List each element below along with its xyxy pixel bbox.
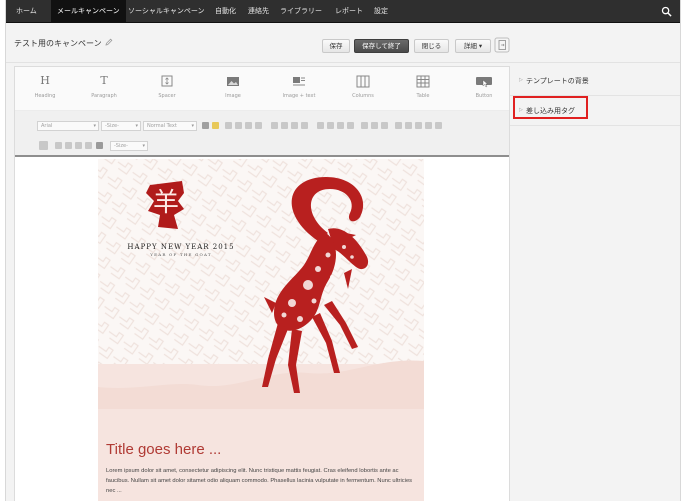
highlight-color-icon[interactable] xyxy=(212,122,219,129)
columns-icon xyxy=(356,75,370,88)
bullet-list-icon[interactable] xyxy=(317,122,324,129)
highlight-box xyxy=(513,96,588,119)
greeting-text: HAPPY NEW YEAR 2015 xyxy=(127,243,235,251)
heading-block[interactable]: H Heading xyxy=(17,73,73,107)
details-dropdown[interactable]: 詳細 ▾ xyxy=(455,39,491,53)
top-navigation: ホーム メールキャンペーン ソーシャルキャンペーン 自動化 連絡先 ライブラリー… xyxy=(6,0,680,23)
border-left-icon[interactable] xyxy=(75,142,82,149)
indent-icon[interactable] xyxy=(347,122,354,129)
font-family-value: Arial xyxy=(41,123,53,129)
kanji-text: 羊 xyxy=(152,188,179,218)
link-icon[interactable] xyxy=(361,122,368,129)
paint-bucket-icon[interactable] xyxy=(39,141,48,150)
heading-block-label: Heading xyxy=(34,93,56,99)
close-button[interactable]: 閉じる xyxy=(414,39,449,53)
goat-illustration xyxy=(262,177,369,393)
align-justify-icon[interactable] xyxy=(301,122,308,129)
nav-item-contacts[interactable]: 連絡先 xyxy=(242,0,275,23)
spacer-block[interactable]: Spacer xyxy=(139,73,195,107)
font-size-value: -Size- xyxy=(105,123,119,129)
source-code-icon[interactable] xyxy=(425,122,432,129)
settings-panel: ▷ テンプレートの背景 ▷ 差し込み用タグ xyxy=(510,66,680,501)
table-block[interactable]: Table xyxy=(395,73,451,107)
columns-block-label: Columns xyxy=(352,93,374,99)
font-size-select[interactable]: -Size- ▾ xyxy=(101,121,141,131)
bold-icon[interactable] xyxy=(225,122,232,129)
font-family-select[interactable]: Arial ▾ xyxy=(37,121,99,131)
align-right-icon[interactable] xyxy=(291,122,298,129)
numbered-list-icon[interactable] xyxy=(327,122,334,129)
fullscreen-icon[interactable] xyxy=(435,122,442,129)
nav-item-library[interactable]: ライブラリー xyxy=(274,0,328,23)
strikethrough-icon[interactable] xyxy=(255,122,262,129)
align-center-icon[interactable] xyxy=(281,122,288,129)
save-button[interactable]: 保存 xyxy=(322,39,350,53)
template-background-label: テンプレートの背景 xyxy=(526,77,589,85)
border-right-icon[interactable] xyxy=(85,142,92,149)
image-block[interactable]: Image xyxy=(205,73,261,107)
paragraph-style-select[interactable]: Normal Text ▾ xyxy=(143,121,197,131)
table-block-label: Table xyxy=(416,93,430,99)
table-icon xyxy=(416,75,430,88)
save-and-close-button[interactable]: 保存して終了 xyxy=(354,39,409,53)
unlink-icon[interactable] xyxy=(371,122,378,129)
collapsed-arrow-icon: ▷ xyxy=(519,77,523,83)
preview-icon[interactable] xyxy=(494,37,510,53)
app-window: ホーム メールキャンペーン ソーシャルキャンペーン 自動化 連絡先 ライブラリー… xyxy=(5,0,681,501)
nav-item-reports[interactable]: レポート xyxy=(329,0,369,23)
email-preview[interactable]: 羊 HAPPY NEW YEAR 2015 YEAR OF THE GOAT T… xyxy=(98,159,424,501)
search-icon[interactable] xyxy=(661,6,672,17)
spacer-icon xyxy=(161,75,173,87)
campaign-title: テスト用のキャンペーン xyxy=(14,39,102,48)
outdent-icon[interactable] xyxy=(337,122,344,129)
text-color-icon[interactable] xyxy=(202,122,209,129)
nav-item-automation[interactable]: 自動化 xyxy=(209,0,242,23)
horizontal-rule-icon[interactable] xyxy=(405,122,412,129)
border-top-icon[interactable] xyxy=(55,142,62,149)
align-left-icon[interactable] xyxy=(271,122,278,129)
border-bottom-icon[interactable] xyxy=(65,142,72,149)
insert-image-icon[interactable] xyxy=(395,122,402,129)
image-text-icon xyxy=(293,77,305,86)
image-text-block-label: Image + text xyxy=(282,93,316,99)
border-all-icon[interactable] xyxy=(96,142,103,149)
hero-image[interactable]: 羊 HAPPY NEW YEAR 2015 YEAR OF THE GOAT xyxy=(98,159,424,501)
nav-item-social-campaign[interactable]: ソーシャルキャンペーン xyxy=(122,0,211,23)
nav-item-home[interactable]: ホーム xyxy=(10,0,43,23)
campaign-header: テスト用のキャンペーン 保存 保存して終了 閉じる 詳細 ▾ xyxy=(6,23,680,63)
template-background-section[interactable]: ▷ テンプレートの背景 xyxy=(510,66,680,96)
button-block-label: Button xyxy=(475,93,493,99)
paragraph-icon: T xyxy=(100,74,108,87)
pencil-icon[interactable] xyxy=(105,38,113,46)
underline-icon[interactable] xyxy=(245,122,252,129)
email-canvas: 羊 HAPPY NEW YEAR 2015 YEAR OF THE GOAT T… xyxy=(15,159,509,501)
greeting-subtitle: YEAR OF THE GOAT xyxy=(150,252,212,257)
email-editor: H Heading T Paragraph Spacer Image Image… xyxy=(14,66,510,501)
special-char-icon[interactable] xyxy=(415,122,422,129)
columns-block[interactable]: Columns xyxy=(335,73,391,107)
image-text-block[interactable]: Image + text xyxy=(271,73,327,107)
screen: ホーム メールキャンペーン ソーシャルキャンペーン 自動化 連絡先 ライブラリー… xyxy=(0,0,688,501)
paragraph-block[interactable]: T Paragraph xyxy=(76,73,132,107)
image-icon xyxy=(227,77,239,86)
paragraph-style-value: Normal Text xyxy=(147,123,177,129)
border-size-select[interactable]: -Size- ▾ xyxy=(110,141,148,151)
spacer-block-label: Spacer xyxy=(158,93,176,99)
format-toolbar: Arial ▾ -Size- ▾ Normal Text ▾ -Size- ▾ xyxy=(15,111,509,157)
heading-icon: H xyxy=(40,74,50,87)
anchor-icon[interactable] xyxy=(381,122,388,129)
nav-item-settings[interactable]: 設定 xyxy=(368,0,394,23)
paragraph-block-label: Paragraph xyxy=(91,93,117,99)
button-icon xyxy=(476,77,492,88)
italic-icon[interactable] xyxy=(235,122,242,129)
email-headline[interactable]: Title goes here ... xyxy=(106,441,221,458)
button-block[interactable]: Button xyxy=(456,73,512,107)
border-size-value: -Size- xyxy=(114,143,128,149)
email-body-text[interactable]: Lorem ipsum dolor sit amet, consectetur … xyxy=(106,466,418,496)
nav-item-email-campaign[interactable]: メールキャンペーン xyxy=(51,0,126,23)
image-block-label: Image xyxy=(225,93,241,99)
content-blocks-toolbar: H Heading T Paragraph Spacer Image Image… xyxy=(15,67,509,111)
